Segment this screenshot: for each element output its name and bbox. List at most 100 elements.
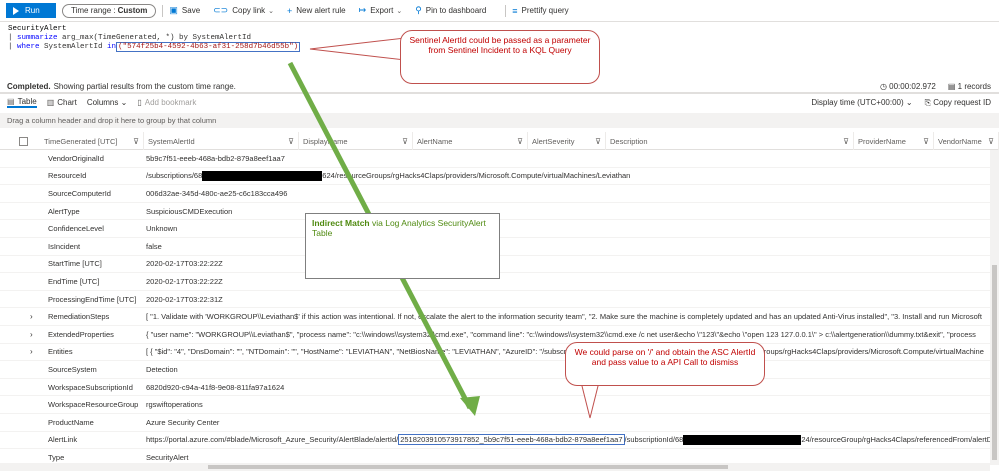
save-icon: ▣ <box>169 5 178 15</box>
chevron-right-icon[interactable]: › <box>30 347 33 356</box>
column-header[interactable]: Description ⊽ <box>606 132 854 150</box>
status-message: Showing partial results from the custom … <box>53 81 236 91</box>
query-keyword: where <box>17 43 40 51</box>
field-name: ResourceId <box>48 171 87 181</box>
pin-to-dashboard-button[interactable]: ⚲ Pin to dashboard <box>415 5 486 16</box>
filter-icon[interactable]: ⊽ <box>923 137 929 146</box>
filter-icon[interactable]: ⊽ <box>595 137 601 146</box>
tab-table[interactable]: ▤ Table <box>7 97 37 108</box>
prettify-query-button[interactable]: ≡ Prettify query <box>512 6 568 16</box>
query-toolbar: Run Time range : Custom ▣ Save ⊂⊃ Copy l… <box>0 0 999 22</box>
table-row: ResourceId /subscriptions/68 624/resource… <box>0 168 990 186</box>
table-row: › Entities [ { "$id": "4", "DnsDomain": … <box>0 344 990 362</box>
column-header-label: TimeGenerated [UTC] <box>44 136 118 146</box>
table-row: WorkspaceSubscriptionId 6820d920-c94a-41… <box>0 379 990 397</box>
time-range-button[interactable]: Time range : Custom <box>62 3 157 18</box>
horizontal-scrollbar[interactable] <box>0 463 990 471</box>
column-header-label: ProviderName <box>858 136 906 146</box>
field-value-part: 24/resourceGroup/rgHacks4Claps/reference… <box>801 434 990 444</box>
highlighted-alert-id: ("574f25b4-4592-4b63-af31-258d7b46d55b") <box>116 42 301 52</box>
scrollbar-thumb[interactable] <box>992 265 997 460</box>
display-time-dropdown[interactable]: Display time (UTC+00:00) ⌄ <box>811 98 912 107</box>
parse-callout: We could parse on '/' and obtain the ASC… <box>565 342 765 386</box>
table-icon: ▤ <box>7 97 15 106</box>
column-header[interactable]: TimeGenerated [UTC] ⊽ <box>40 132 144 150</box>
column-header-label: DisplayName <box>303 136 348 146</box>
column-header[interactable]: ProviderName ⊽ <box>854 132 934 150</box>
column-header-label: SystemAlertId <box>148 136 195 146</box>
table-row: SourceSystem Detection <box>0 361 990 379</box>
query-pipe: | <box>8 43 18 51</box>
column-header[interactable]: SystemAlertId ⊽ <box>144 132 299 150</box>
column-header[interactable]: AlertSeverity ⊽ <box>528 132 606 150</box>
new-alert-rule-label: New alert rule <box>296 6 346 15</box>
field-value: 2020-02-17T03:22:22Z <box>146 276 223 286</box>
copy-request-id-button[interactable]: ⎘ Copy request ID <box>925 98 991 108</box>
field-name: WorkspaceResourceGroup <box>48 400 139 410</box>
save-button[interactable]: ▣ Save <box>169 5 200 16</box>
redaction-bar <box>683 434 802 445</box>
filter-icon[interactable]: ⊽ <box>288 137 294 146</box>
field-name: SourceSystem <box>48 364 97 374</box>
table-row: ProductName Azure Security Center <box>0 414 990 432</box>
parse-callout-text: We could parse on '/' and obtain the ASC… <box>574 347 756 367</box>
copy-icon: ⎘ <box>924 97 934 107</box>
field-value: 6820d920-c94a-41f8-9e08-811fa97a1624 <box>146 382 285 392</box>
scrollbar-thumb[interactable] <box>208 465 728 469</box>
table-row: › RemediationSteps [ "1. Validate with '… <box>0 308 990 326</box>
prettify-label: Prettify query <box>521 6 569 15</box>
field-name: EndTime [UTC] <box>48 276 100 286</box>
toolbar-divider <box>505 4 507 17</box>
pin-icon: ⚲ <box>415 5 422 15</box>
sentinel-callout-text: Sentinel AlertId could be passed as a pa… <box>409 35 591 55</box>
field-value: https://portal.azure.com/#blade/Microsof… <box>146 433 990 445</box>
filter-icon[interactable]: ⊽ <box>402 137 408 146</box>
column-header[interactable]: AlertName ⊽ <box>413 132 528 150</box>
add-bookmark-button[interactable]: ▯ Add bookmark <box>137 98 196 107</box>
columns-label: Columns <box>86 98 119 107</box>
table-row: ProcessingEndTime [UTC] 2020-02-17T03:22… <box>0 291 990 309</box>
field-name: AlertType <box>48 206 80 216</box>
column-header[interactable]: DisplayName ⊽ <box>299 132 413 150</box>
filter-icon[interactable]: ⊽ <box>843 137 849 146</box>
chevron-right-icon[interactable]: › <box>30 312 33 321</box>
vertical-scrollbar[interactable] <box>990 150 999 465</box>
chevron-right-icon[interactable]: › <box>30 330 33 339</box>
columns-dropdown[interactable]: Columns ⌄ <box>87 98 128 107</box>
column-header-label: VendorName <box>938 136 982 146</box>
filter-icon[interactable]: ⊽ <box>517 137 523 146</box>
select-all-checkbox[interactable] <box>19 137 28 146</box>
add-bookmark-label: Add bookmark <box>144 98 197 107</box>
filter-icon[interactable]: ⊽ <box>988 137 994 146</box>
time-range-label: Time range : <box>71 6 116 15</box>
field-name: ProcessingEndTime [UTC] <box>48 294 137 304</box>
new-alert-rule-button[interactable]: + New alert rule <box>287 6 346 16</box>
tab-table-label: Table <box>17 97 37 106</box>
column-header[interactable]: VendorName ⊽ <box>934 132 999 150</box>
field-value-part: 624/resourceGroups/rgHacks4Claps/provide… <box>322 170 631 180</box>
play-icon <box>13 6 19 15</box>
tab-chart[interactable]: ▥ Chart <box>47 98 77 107</box>
field-value-part: https://portal.azure.com/#blade/Microsof… <box>146 434 399 444</box>
field-value: 006d32ae-345d-480c-ae25-c6c183cca496 <box>146 188 288 198</box>
redaction-bar <box>202 170 323 181</box>
field-value-part: /subscriptionId/68 <box>624 434 684 444</box>
column-header-label: Description <box>610 136 648 146</box>
export-icon: ↦ <box>358 5 367 15</box>
export-button[interactable]: ↦ Export ⌄ <box>359 5 403 16</box>
field-value-part: /subscriptions/68 <box>146 170 203 180</box>
record-details: VendorOriginalId 5b9c7f51-eeeb-468a-bdb2… <box>0 150 990 467</box>
query-keyword: summarize <box>17 34 58 42</box>
clock-icon: ◷ <box>879 81 890 91</box>
field-name: VendorOriginalId <box>48 153 104 163</box>
copy-link-button[interactable]: ⊂⊃ Copy link ⌄ <box>213 5 274 16</box>
field-value: Detection <box>146 364 178 374</box>
group-by-hint[interactable]: Drag a column header and drop it here to… <box>0 113 999 128</box>
run-button[interactable]: Run <box>6 3 56 18</box>
field-value: 5b9c7f51-eeeb-468a-bdb2-879a8eef1aa7 <box>146 153 285 163</box>
query-pipe: | <box>8 34 18 42</box>
table-header: TimeGenerated [UTC] ⊽ SystemAlertId ⊽ Disp… <box>0 132 999 150</box>
filter-icon[interactable]: ⊽ <box>133 137 139 146</box>
column-header-label: AlertName <box>417 136 453 146</box>
field-name: Type <box>48 452 65 462</box>
